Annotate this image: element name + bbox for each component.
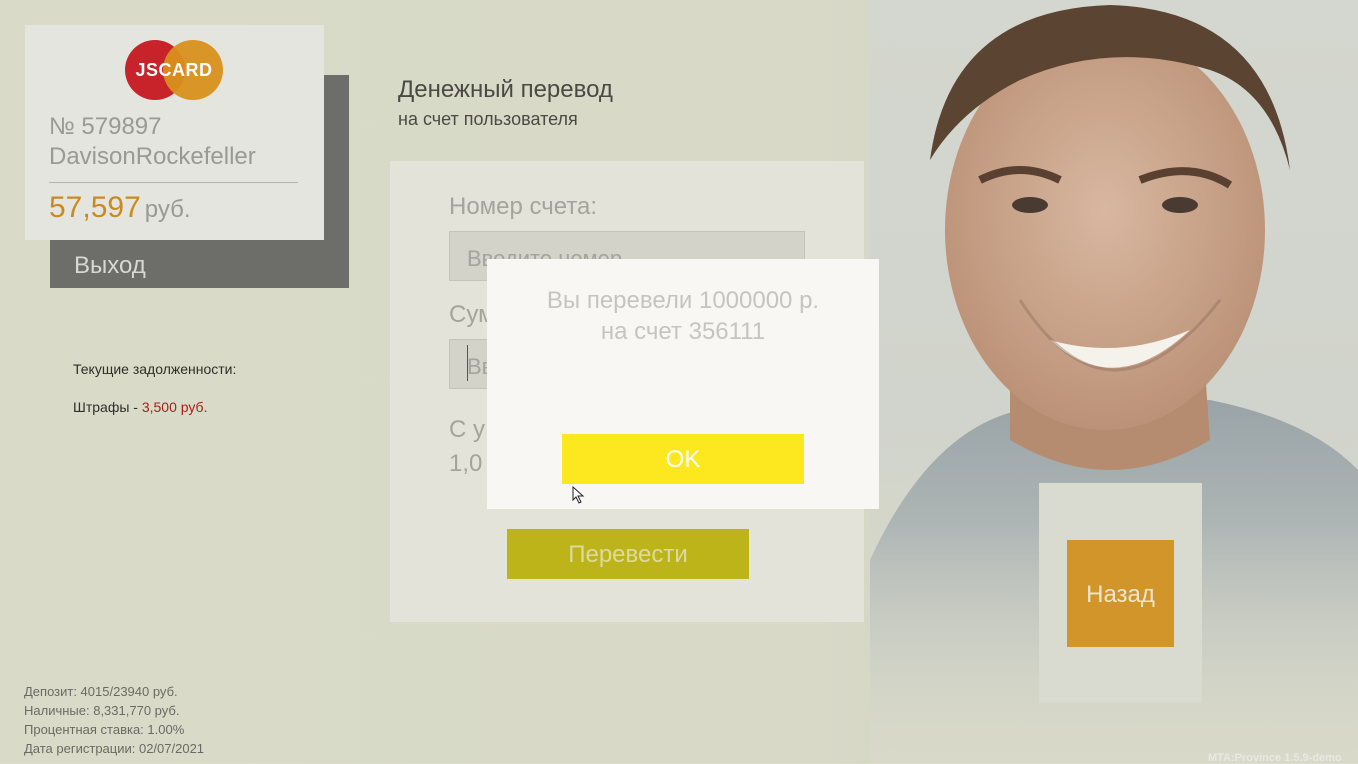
- text-caret: [467, 345, 468, 381]
- back-button[interactable]: Назад: [1067, 540, 1174, 647]
- fines-label: Штрафы -: [73, 399, 142, 415]
- account-number-label: Номер счета:: [449, 193, 598, 220]
- rate-info: Процентная ставка: 1.00%: [24, 722, 185, 737]
- page-title: Денежный перевод: [398, 76, 613, 103]
- confirmation-modal: Вы перевели 1000000 р. на счет 356111 OK: [487, 259, 879, 509]
- ok-button[interactable]: OK: [562, 434, 804, 484]
- version-label: MTA:Province 1.5.9-demo: [1208, 752, 1342, 764]
- balance-value: 57,597: [49, 191, 141, 224]
- account-info: Депозит: 4015/23940 руб. Наличные: 8,331…: [24, 682, 204, 758]
- cash-info: Наличные: 8,331,770 руб.: [24, 703, 180, 718]
- deposit-info: Депозит: 4015/23940 руб.: [24, 684, 178, 699]
- card-balance: 57,597 руб.: [49, 191, 191, 225]
- mouse-cursor-icon: [572, 486, 585, 504]
- transfer-button[interactable]: Перевести: [507, 529, 749, 579]
- jscard-logo: JSCARD: [125, 40, 223, 100]
- debts-title: Текущие задолженности:: [73, 361, 237, 377]
- modal-message-line1: Вы перевели 1000000 р.: [546, 287, 820, 314]
- fines-amount: 3,500 руб.: [141, 399, 208, 415]
- divider: [49, 182, 298, 183]
- card-holder-name: DavisonRockefeller: [49, 143, 256, 170]
- commission-value: 1,0: [449, 450, 483, 477]
- bank-card: JSCARD № 579897 DavisonRockefeller 57,59…: [25, 25, 324, 240]
- commission-label: С у: [449, 416, 485, 443]
- page-subtitle: на счет пользователя: [398, 109, 578, 129]
- exit-button[interactable]: Выход: [50, 240, 349, 288]
- fines-line: Штрафы - 3,500 руб.: [73, 399, 207, 415]
- modal-message-line2: на счет 356111: [600, 318, 766, 345]
- card-number: № 579897: [49, 113, 162, 140]
- balance-currency: руб.: [144, 196, 191, 223]
- registration-date: Дата регистрации: 02/07/2021: [24, 741, 205, 756]
